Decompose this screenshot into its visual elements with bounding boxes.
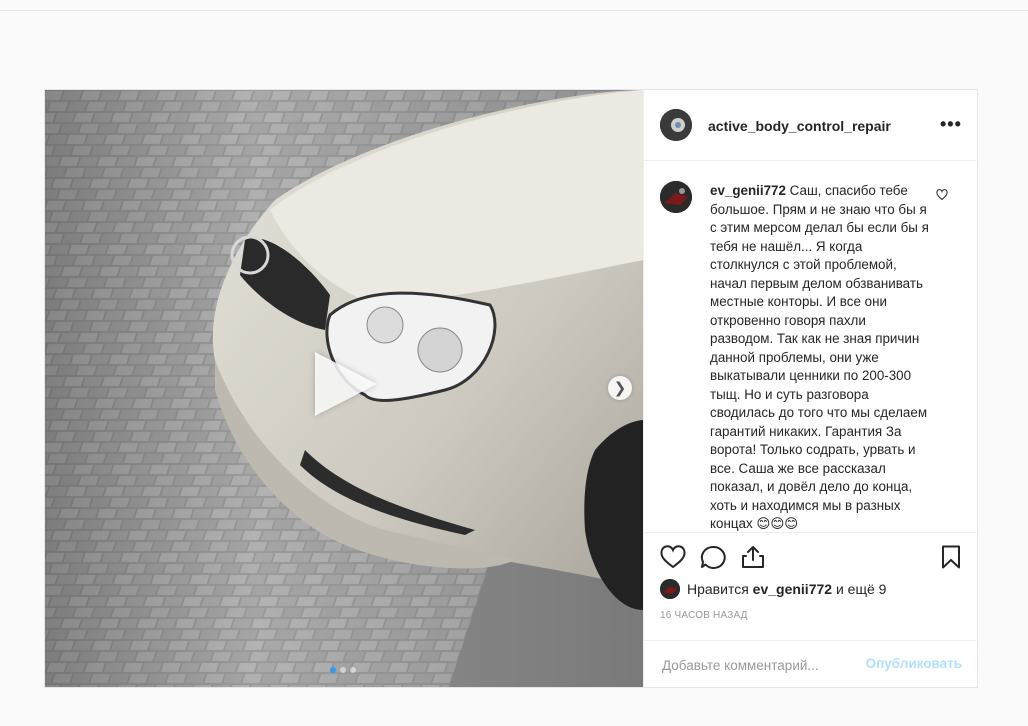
commenter-avatar[interactable] <box>660 181 692 213</box>
publish-button[interactable]: Опубликовать <box>866 656 962 671</box>
author-avatar[interactable] <box>660 109 692 141</box>
carousel-dot-1 <box>330 667 336 673</box>
carousel-indicator <box>330 667 356 673</box>
carousel-dot-3 <box>350 667 356 673</box>
comment-body: ev_genii772 Саш, спасибо тебе большое. П… <box>710 182 930 532</box>
comment-text: Саш, спасибо тебе большое. Прям и не зна… <box>710 183 929 531</box>
likes-user[interactable]: ev_genii772 <box>753 581 832 597</box>
top-divider <box>0 10 1028 11</box>
more-options-icon[interactable]: ••• <box>940 114 962 135</box>
share-icon[interactable] <box>740 545 766 574</box>
post-sidebar: active_body_control_repair ••• ev_genii7… <box>643 90 978 687</box>
chevron-right-icon[interactable]: ❯ <box>608 376 632 400</box>
comment-icon[interactable] <box>700 545 726 574</box>
post-header: active_body_control_repair ••• <box>644 90 978 161</box>
carousel-dot-2 <box>340 667 346 673</box>
play-icon[interactable] <box>315 352 377 416</box>
heart-icon[interactable] <box>660 545 686 574</box>
add-comment-bar: Опубликовать <box>644 640 978 687</box>
comment-like-icon[interactable] <box>936 188 948 206</box>
liker-avatar <box>660 579 680 599</box>
post-media[interactable]: ❯ <box>45 90 643 687</box>
post-timestamp[interactable]: 16 часов назад <box>660 610 748 621</box>
author-username[interactable]: active_body_control_repair <box>708 118 891 134</box>
bookmark-icon[interactable] <box>940 545 962 574</box>
likes-summary[interactable]: Нравится ev_genii772 и ещё 9 <box>660 578 886 600</box>
comment-username[interactable]: ev_genii772 <box>710 183 786 198</box>
post-card: ❯ active_body_control_repair ••• ev_geni… <box>44 89 978 688</box>
action-bar <box>644 532 978 576</box>
likes-suffix: и ещё 9 <box>832 581 887 597</box>
comment-input[interactable] <box>660 653 864 677</box>
comment-list: ev_genii772 Саш, спасибо тебе большое. П… <box>644 162 978 532</box>
likes-prefix: Нравится <box>687 581 753 597</box>
